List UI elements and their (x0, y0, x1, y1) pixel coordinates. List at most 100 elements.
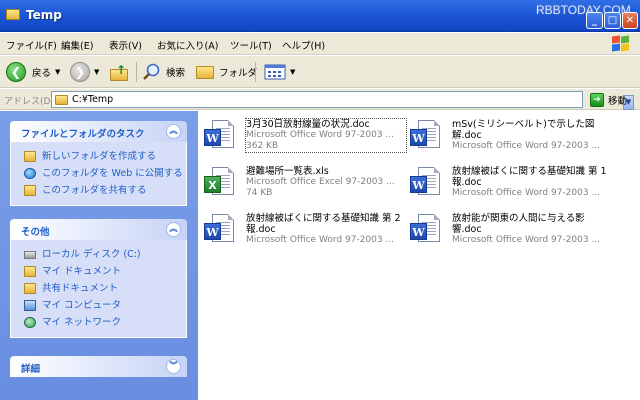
file-item[interactable]: W 3月30日放射線量の状況.doc Microsoft Office Word… (200, 116, 407, 156)
place-local-disk[interactable]: ローカル ディスク (C:) (11, 246, 186, 263)
file-name: 放射能が関東の人間に与える影響.doc (452, 213, 585, 235)
menu-help[interactable]: ヘルプ(H) (282, 38, 325, 52)
documents-folder-icon (24, 266, 36, 277)
task-label: このフォルダを共有する (42, 185, 147, 196)
address-label: アドレス(D) (4, 97, 54, 107)
address-value: C:¥Temp (72, 94, 114, 105)
file-info: 放射線被ばくに関する基礎知識 第 2 報.doc Microsoft Offic… (246, 213, 406, 246)
computer-icon (24, 300, 36, 311)
toolbar: ❮ 戻る ▼ ❯ ▼ ↑ 検索 フォルダ ▼ (0, 56, 640, 88)
shared-folder-icon (24, 283, 36, 294)
place-label: マイ ドキュメント (42, 266, 122, 277)
task-publish-web[interactable]: このフォルダを Web に公開する (11, 165, 186, 182)
search-icon (143, 63, 160, 80)
dropdown-arrow-icon: ▼ (55, 68, 61, 76)
forward-arrow-icon: ❯ (70, 62, 90, 82)
place-shared-documents[interactable]: 共有ドキュメント (11, 280, 186, 297)
place-label: マイ ネットワーク (42, 317, 122, 328)
panel-header[interactable]: その他 ︽ (10, 219, 187, 240)
back-label: 戻る (32, 68, 52, 79)
forward-button[interactable]: ❯ ▼ (70, 60, 99, 84)
file-info: mSv(ミリシーベルト)で示した図解.doc Microsoft Office … (452, 119, 612, 152)
panel-header[interactable]: ファイルとフォルダのタスク ︽ (10, 121, 187, 142)
back-button[interactable]: ❮ 戻る ▼ (6, 60, 60, 84)
panel-header[interactable]: 詳細 ︾ (10, 356, 187, 377)
up-folder-button[interactable]: ↑ (110, 60, 130, 84)
folders-icon (196, 65, 214, 79)
dropdown-arrow-icon: ▼ (94, 68, 100, 76)
share-folder-icon (24, 185, 36, 196)
file-item[interactable]: W 放射線被ばくに関する基礎知識 第 2 報.doc Microsoft Off… (200, 210, 405, 250)
views-icon (264, 64, 286, 80)
folder-icon (55, 95, 68, 105)
word-document-icon: W (410, 120, 442, 152)
place-label: 共有ドキュメント (42, 283, 119, 294)
file-item[interactable]: W mSv(ミリシーベルト)で示した図解.doc Microsoft Offic… (406, 116, 611, 156)
menu-favorites[interactable]: お気に入り(A) (157, 38, 218, 52)
globe-icon (24, 168, 36, 179)
menu-view[interactable]: 表示(V) (109, 38, 142, 52)
address-bar: アドレス(D) C:¥Temp ▼ ➔ 移動 (0, 89, 640, 110)
file-item[interactable]: W 放射線被ばくに関する基礎知識 第 1 報.doc Microsoft Off… (406, 163, 611, 203)
collapse-chevron-icon[interactable]: ︽ (166, 124, 181, 139)
word-document-icon: W (410, 214, 442, 246)
title-bar[interactable]: Temp RBBTODAY.COM _ □ ✕ (0, 0, 640, 32)
other-places-panel: その他 ︽ ローカル ディスク (C:) マイ ドキュメント 共有ドキュメント … (10, 219, 187, 338)
panel-title: その他 (21, 227, 50, 238)
file-name: 避難場所一覧表.xls (246, 166, 329, 177)
expand-chevron-icon[interactable]: ︾ (166, 359, 181, 374)
place-my-documents[interactable]: マイ ドキュメント (11, 263, 186, 280)
file-name: 3月30日放射線量の状況.doc (246, 119, 370, 130)
file-item[interactable]: X 避難場所一覧表.xls Microsoft Office Excel 97-… (200, 163, 405, 203)
menu-tools[interactable]: ツール(T) (230, 38, 272, 52)
file-type: Microsoft Office Word 97-2003 ... (452, 188, 600, 198)
folders-label: フォルダ (219, 68, 258, 79)
search-button[interactable]: 検索 (142, 60, 185, 84)
close-button[interactable]: ✕ (622, 12, 638, 29)
dropdown-arrow-icon: ▼ (290, 68, 296, 76)
word-document-icon: W (204, 214, 236, 246)
file-info: 放射線被ばくに関する基礎知識 第 1 報.doc Microsoft Offic… (452, 166, 612, 199)
folders-button[interactable]: フォルダ (196, 60, 257, 84)
file-size: 362 KB (246, 141, 279, 151)
minimize-button[interactable]: _ (586, 12, 603, 29)
task-new-folder[interactable]: 新しいフォルダを作成する (11, 148, 186, 165)
word-document-icon: W (410, 167, 442, 199)
file-info: 放射能が関東の人間に与える影響.doc Microsoft Office Wor… (452, 213, 612, 246)
go-label: 移動 (608, 96, 628, 107)
menu-file[interactable]: ファイル(F) (6, 38, 57, 52)
go-arrow-icon: ➔ (590, 93, 604, 107)
place-my-network[interactable]: マイ ネットワーク (11, 314, 186, 331)
panel-title: 詳細 (21, 364, 41, 375)
panel-body: ローカル ディスク (C:) マイ ドキュメント 共有ドキュメント マイ コンピ… (10, 240, 187, 338)
address-input[interactable]: C:¥Temp ▼ (51, 91, 634, 110)
panel-title: ファイルとフォルダのタスク (21, 129, 145, 140)
file-name: mSv(ミリシーベルト)で示した図解.doc (452, 119, 595, 141)
new-folder-icon (24, 151, 36, 162)
file-name: 放射線被ばくに関する基礎知識 第 1 報.doc (452, 166, 607, 188)
file-item[interactable]: W 放射能が関東の人間に与える影響.doc Microsoft Office W… (406, 210, 611, 250)
place-label: ローカル ディスク (C:) (42, 249, 141, 260)
task-pane: ファイルとフォルダのタスク ︽ 新しいフォルダを作成する このフォルダを Web… (0, 111, 198, 400)
collapse-chevron-icon[interactable]: ︽ (166, 222, 181, 237)
window-title: Temp (26, 8, 62, 22)
maximize-button[interactable]: □ (604, 12, 621, 29)
file-name: 放射線被ばくに関する基礎知識 第 2 報.doc (246, 213, 401, 235)
go-button[interactable]: ➔ 移動 (590, 92, 627, 108)
place-label: マイ コンピュータ (42, 300, 122, 311)
drive-icon (24, 251, 36, 259)
menu-bar: ファイル(F) 編集(E) 表示(V) お気に入り(A) ツール(T) ヘルプ(… (0, 33, 640, 55)
file-type: Microsoft Office Excel 97-2003 ... (246, 177, 395, 187)
place-my-computer[interactable]: マイ コンピュータ (11, 297, 186, 314)
file-type: Microsoft Office Word 97-2003 ... (246, 235, 394, 245)
menu-edit[interactable]: 編集(E) (61, 38, 93, 52)
word-document-icon: W (204, 120, 236, 152)
search-label: 検索 (166, 68, 186, 79)
task-share-folder[interactable]: このフォルダを共有する (11, 182, 186, 199)
file-info: 避難場所一覧表.xls Microsoft Office Excel 97-20… (246, 166, 406, 199)
file-folder-tasks-panel: ファイルとフォルダのタスク ︽ 新しいフォルダを作成する このフォルダを Web… (10, 121, 187, 206)
back-arrow-icon: ❮ (6, 62, 26, 82)
network-icon (24, 317, 36, 328)
views-button[interactable]: ▼ (264, 60, 295, 84)
file-type: Microsoft Office Word 97-2003 ... (452, 141, 600, 151)
